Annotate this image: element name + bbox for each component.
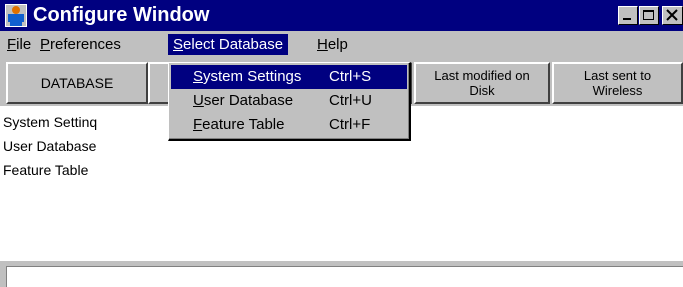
menu-help-mnemonic: H (317, 36, 328, 53)
minimize-button[interactable] (618, 6, 638, 25)
select-database-dropdown: System Settings Ctrl+S User Database Ctr… (168, 62, 411, 141)
header-last-modified-label: Last modified on Disk (434, 68, 530, 98)
minimize-icon (623, 18, 631, 20)
maximize-button[interactable] (639, 6, 659, 25)
menu-file-mnemonic: F (7, 36, 17, 53)
dropdown-item-system-settings-label: System Settings (193, 68, 302, 85)
dropdown-item-system-settings[interactable]: System Settings Ctrl+S (171, 65, 407, 89)
status-panel (6, 266, 683, 287)
menu-select-database[interactable]: Select Database (168, 34, 289, 55)
menu-file-label: ile (16, 36, 32, 53)
header-last-sent-button[interactable]: Last sent to Wireless (552, 62, 683, 104)
menu-file[interactable]: File (2, 34, 36, 55)
menu-bar: File Preferences Select Database Help (0, 31, 683, 58)
menu-select-database-mnemonic: S (173, 36, 184, 53)
header-database-button[interactable]: DATABASE (6, 62, 148, 104)
list-item-feature-table[interactable]: Feature Table (3, 162, 88, 178)
header-last-modified-button[interactable]: Last modified on Disk (414, 62, 550, 104)
dropdown-item-user-database-shortcut: Ctrl+U (329, 92, 372, 109)
menu-preferences[interactable]: Preferences (35, 34, 126, 55)
title-bar[interactable]: Configure Window (0, 0, 683, 31)
dropdown-item-user-database[interactable]: User Database Ctrl+U (171, 89, 407, 113)
header-database-label: DATABASE (40, 74, 114, 91)
menu-select-database-label: elect Database (183, 36, 284, 53)
header-last-sent-label: Last sent to Wireless (583, 68, 652, 98)
close-icon (666, 9, 678, 21)
dropdown-item-feature-table-shortcut: Ctrl+F (329, 116, 371, 133)
dropdown-item-system-settings-shortcut: Ctrl+S (329, 68, 372, 85)
configure-window: Configure Window File Preferences Select… (0, 0, 683, 287)
dropdown-item-feature-table[interactable]: Feature Table Ctrl+F (171, 113, 407, 137)
window-title: Configure Window (33, 4, 210, 26)
maximize-icon (643, 10, 654, 20)
app-person-icon (5, 4, 27, 27)
menu-help[interactable]: Help (312, 34, 353, 55)
dropdown-item-feature-table-label: Feature Table (193, 116, 285, 133)
close-button[interactable] (662, 6, 683, 25)
menu-preferences-mnemonic: P (40, 36, 51, 53)
list-item-user-database[interactable]: User Database (3, 138, 96, 154)
list-item-system-settings[interactable]: System Settinq (3, 114, 97, 130)
menu-help-label: elp (327, 36, 348, 53)
dropdown-item-user-database-label: User Database (193, 92, 294, 109)
menu-preferences-label: references (50, 36, 121, 53)
